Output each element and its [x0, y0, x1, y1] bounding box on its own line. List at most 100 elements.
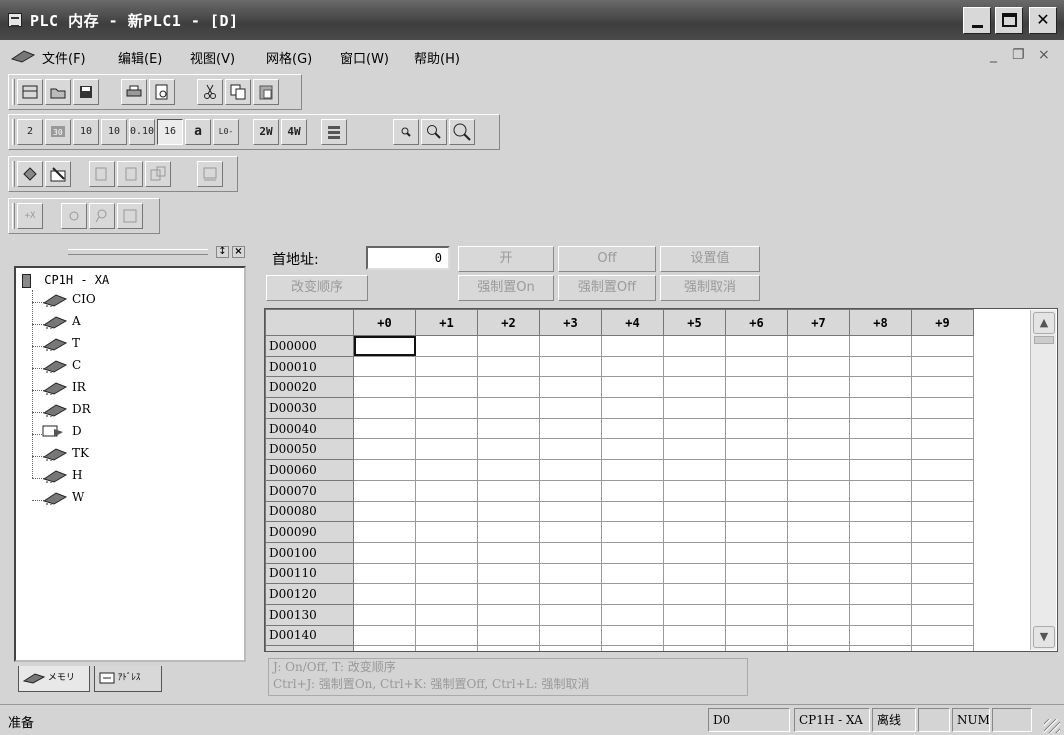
memory-cell[interactable]	[353, 355, 416, 378]
cut-button[interactable]	[197, 79, 223, 105]
tab-address[interactable]: ｱﾄﾞﾚｽ	[94, 666, 162, 692]
online-edit-button[interactable]	[197, 161, 223, 187]
memory-cell[interactable]	[477, 335, 540, 357]
memory-cell[interactable]	[601, 479, 664, 502]
decimal-format-button[interactable]: 10	[73, 119, 99, 145]
memory-cell[interactable]	[353, 459, 416, 481]
tree-node-c[interactable]: C	[42, 358, 81, 378]
memory-cell[interactable]	[539, 541, 602, 564]
memory-cell[interactable]	[477, 583, 540, 605]
tree-root[interactable]: CP1H - XA	[22, 273, 109, 288]
memory-cell[interactable]	[353, 603, 416, 626]
memory-cell[interactable]	[601, 603, 664, 626]
toolbar-grip[interactable]	[12, 203, 15, 229]
memory-cell[interactable]	[787, 562, 850, 585]
tree-node-h[interactable]: H	[42, 468, 82, 488]
memory-cell[interactable]	[787, 500, 850, 523]
memory-cell[interactable]	[787, 335, 850, 357]
memory-cell[interactable]	[601, 355, 664, 378]
memory-cell[interactable]	[663, 459, 726, 481]
force-on-button[interactable]: 强制置On	[458, 275, 554, 301]
memory-cell[interactable]	[787, 459, 850, 481]
add-address-button[interactable]: +X	[17, 203, 43, 229]
memory-cell[interactable]	[849, 417, 912, 440]
memory-cell[interactable]	[911, 562, 974, 585]
memory-cell[interactable]	[911, 335, 974, 357]
memory-cell[interactable]	[663, 355, 726, 378]
menu-grid[interactable]: 网格(G)	[266, 48, 312, 67]
memory-cell[interactable]	[911, 603, 974, 626]
memory-cell[interactable]	[725, 583, 788, 605]
memory-cell[interactable]	[477, 603, 540, 626]
memory-cell[interactable]	[477, 645, 540, 651]
memory-cell[interactable]	[601, 624, 664, 647]
memory-cell[interactable]	[849, 335, 912, 357]
memory-cell[interactable]	[663, 583, 726, 605]
tree-node-dr[interactable]: DR	[42, 402, 91, 422]
new-button[interactable]	[17, 79, 43, 105]
memory-cell[interactable]	[849, 583, 912, 605]
memory-cell[interactable]	[663, 500, 726, 523]
set-value-button[interactable]: 设置值	[660, 246, 760, 272]
force-cancel-button[interactable]: 强制取消	[660, 275, 760, 301]
save-button[interactable]	[73, 79, 99, 105]
bcd-format-button[interactable]: 30	[45, 119, 71, 145]
memory-cell[interactable]	[787, 417, 850, 440]
menu-view[interactable]: 视图(V)	[190, 48, 235, 67]
scroll-up-icon[interactable]: ▲	[1033, 312, 1055, 334]
memory-cell[interactable]	[353, 562, 416, 585]
memory-cell[interactable]	[415, 603, 478, 626]
memory-cell[interactable]	[911, 479, 974, 502]
vertical-scrollbar[interactable]: ▲ ▼	[1030, 310, 1056, 650]
memory-cell[interactable]	[415, 624, 478, 647]
memory-cell[interactable]	[849, 521, 912, 543]
memory-cell[interactable]	[849, 500, 912, 523]
memory-cell[interactable]	[601, 562, 664, 585]
tree-node-ir[interactable]: IR	[42, 380, 86, 400]
zoom-large-button[interactable]	[449, 119, 475, 145]
memory-cell[interactable]	[849, 397, 912, 419]
address-list-button[interactable]	[117, 203, 143, 229]
memory-cell[interactable]	[415, 335, 478, 357]
memory-cell[interactable]	[415, 479, 478, 502]
memory-cell[interactable]	[849, 645, 912, 651]
find-address-button[interactable]	[89, 203, 115, 229]
memory-cell[interactable]	[663, 541, 726, 564]
memory-cell[interactable]	[725, 376, 788, 399]
memory-cell[interactable]	[601, 541, 664, 564]
memory-cell[interactable]	[725, 624, 788, 647]
memory-cell[interactable]	[911, 541, 974, 564]
close-button[interactable]: ✕	[1029, 7, 1057, 34]
memory-cell[interactable]	[911, 397, 974, 419]
panel-grip[interactable]: ↕ ×	[8, 244, 252, 260]
memory-cell[interactable]	[477, 541, 540, 564]
menu-file[interactable]: 文件(F)	[42, 48, 86, 67]
maximize-button[interactable]	[995, 7, 1023, 34]
off-button[interactable]: Off	[558, 246, 656, 272]
memory-cell[interactable]	[539, 417, 602, 440]
memory-cell[interactable]	[601, 376, 664, 399]
memory-cell[interactable]	[539, 355, 602, 378]
memory-cell[interactable]	[787, 438, 850, 461]
memory-cell[interactable]	[911, 355, 974, 378]
memory-cell[interactable]	[477, 479, 540, 502]
memory-cell[interactable]	[539, 500, 602, 523]
memory-cell[interactable]	[539, 624, 602, 647]
memory-cell[interactable]	[849, 438, 912, 461]
memory-cell[interactable]	[849, 355, 912, 378]
memory-cell[interactable]	[353, 500, 416, 523]
memory-cell[interactable]	[539, 603, 602, 626]
memory-cell[interactable]	[477, 624, 540, 647]
minimize-button[interactable]	[963, 7, 991, 34]
paste-button[interactable]	[253, 79, 279, 105]
memory-cell[interactable]	[725, 603, 788, 626]
memory-cell[interactable]	[725, 459, 788, 481]
memory-cell[interactable]	[539, 583, 602, 605]
memory-cell[interactable]	[353, 479, 416, 502]
memory-cell[interactable]	[663, 521, 726, 543]
memory-cell[interactable]	[663, 438, 726, 461]
memory-cell[interactable]	[601, 583, 664, 605]
memory-cell[interactable]	[849, 624, 912, 647]
memory-cell[interactable]	[353, 376, 416, 399]
memory-cell[interactable]	[911, 645, 974, 651]
